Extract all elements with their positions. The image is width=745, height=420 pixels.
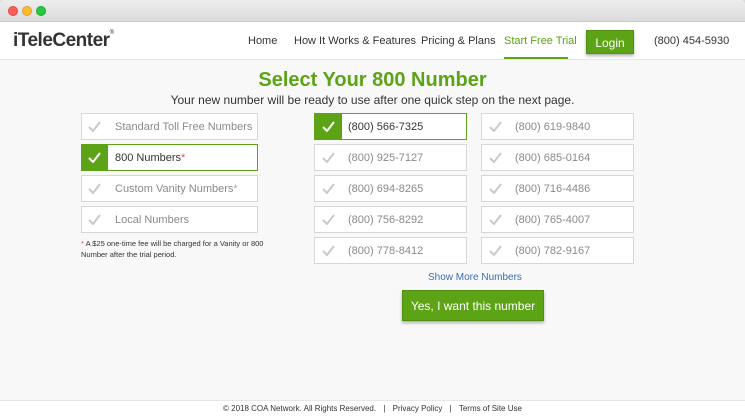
number-type-800[interactable]: 800 Numbers* <box>81 144 258 171</box>
nav-pricing-plans[interactable]: Pricing & Plans <box>421 35 496 47</box>
show-more-numbers-link[interactable]: Show More Numbers <box>428 272 522 283</box>
page-subtitle: Your new number will be ready to use aft… <box>170 93 575 107</box>
number-option[interactable]: (800) 782-9167 <box>481 237 634 264</box>
check-icon <box>315 145 342 170</box>
nav-start-free-trial[interactable]: Start Free Trial <box>504 35 577 47</box>
number-option[interactable]: (800) 619-9840 <box>481 113 634 140</box>
footer-separator: | <box>383 404 386 413</box>
number-option[interactable]: (800) 685-0164 <box>481 144 634 171</box>
number-type-standard-toll-free[interactable]: Standard Toll Free Numbers <box>81 113 258 140</box>
number-label: (800) 566-7325 <box>348 121 424 133</box>
number-option[interactable]: (800) 765-4007 <box>481 206 634 233</box>
number-option[interactable]: (800) 566-7325 <box>314 113 467 140</box>
check-icon <box>315 238 342 263</box>
number-label: (800) 765-4007 <box>515 214 591 226</box>
check-icon <box>82 145 108 170</box>
check-icon <box>82 207 108 232</box>
site-header: iTeleCenter® Home How It Works & Feature… <box>0 22 745 60</box>
itelecenter-logo[interactable]: iTeleCenter® <box>13 30 114 52</box>
fee-note-text: A $25 one-time fee will be charged for a… <box>81 239 264 259</box>
privacy-policy-link[interactable]: Privacy Policy <box>393 404 443 413</box>
nav-home[interactable]: Home <box>248 35 277 47</box>
number-type-local[interactable]: Local Numbers <box>81 206 258 233</box>
number-label: (800) 925-7127 <box>348 152 424 164</box>
copyright-text: © 2018 COA Network. All Rights Reserved. <box>223 404 377 413</box>
terms-of-use-link[interactable]: Terms of Site Use <box>459 404 522 413</box>
number-label: (800) 619-9840 <box>515 121 591 133</box>
registered-mark-icon: ® <box>109 30 114 36</box>
number-type-label: Local Numbers <box>115 214 189 226</box>
check-icon <box>315 176 342 201</box>
number-label: (800) 778-8412 <box>348 245 424 257</box>
number-type-label: 800 Numbers* <box>115 152 185 164</box>
number-option[interactable]: (800) 756-8292 <box>314 206 467 233</box>
footer-separator: | <box>449 404 452 413</box>
check-icon <box>482 145 509 170</box>
header-phone: (800) 454-5930 <box>654 35 730 47</box>
minimize-window-button[interactable] <box>22 6 32 16</box>
browser-window: iTeleCenter® Home How It Works & Feature… <box>0 0 745 420</box>
close-window-button[interactable] <box>8 6 18 16</box>
number-option[interactable]: (800) 716-4486 <box>481 175 634 202</box>
number-option[interactable]: (800) 778-8412 <box>314 237 467 264</box>
maximize-window-button[interactable] <box>36 6 46 16</box>
fee-note: * A $25 one-time fee will be charged for… <box>81 238 281 260</box>
check-icon <box>315 114 342 139</box>
nav-how-it-works[interactable]: How It Works & Features <box>294 35 416 47</box>
page-title: Select Your 800 Number <box>258 69 487 91</box>
number-option[interactable]: (800) 925-7127 <box>314 144 467 171</box>
check-icon <box>482 207 509 232</box>
window-titlebar <box>0 0 745 22</box>
check-icon <box>482 114 509 139</box>
number-type-label: Standard Toll Free Numbers <box>115 121 253 133</box>
number-type-custom-vanity[interactable]: Custom Vanity Numbers* <box>81 175 258 202</box>
number-type-label: Custom Vanity Numbers* <box>115 183 238 195</box>
check-icon <box>482 176 509 201</box>
asterisk: * <box>233 183 238 195</box>
login-button[interactable]: Login <box>586 30 634 54</box>
check-icon <box>482 238 509 263</box>
check-icon <box>82 176 108 201</box>
asterisk: * <box>181 152 186 164</box>
check-icon <box>82 114 108 139</box>
number-label: (800) 716-4486 <box>515 183 591 195</box>
check-icon <box>315 207 342 232</box>
logo-tele: Tele <box>17 30 53 51</box>
number-type-label-text: Custom Vanity Numbers <box>115 183 234 195</box>
confirm-number-button[interactable]: Yes, I want this number <box>402 290 544 321</box>
number-type-label-text: 800 Numbers <box>115 152 182 164</box>
site-footer: © 2018 COA Network. All Rights Reserved.… <box>0 400 745 420</box>
logo-center: Center <box>52 30 110 51</box>
number-label: (800) 782-9167 <box>515 245 591 257</box>
number-option[interactable]: (800) 694-8265 <box>314 175 467 202</box>
active-nav-underline <box>504 57 568 59</box>
number-label: (800) 694-8265 <box>348 183 424 195</box>
main-content: Select Your 800 Number Your new number w… <box>0 60 745 400</box>
number-label: (800) 756-8292 <box>348 214 424 226</box>
number-label: (800) 685-0164 <box>515 152 591 164</box>
